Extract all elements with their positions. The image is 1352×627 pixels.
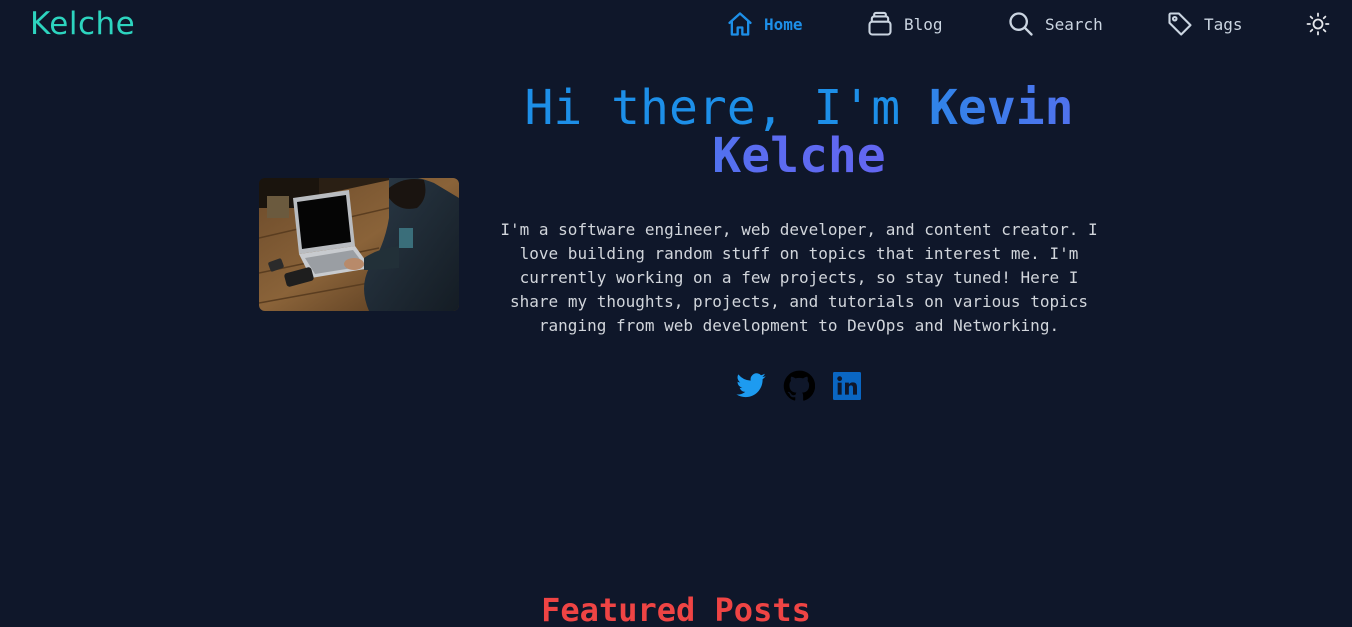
nav-search-label: Search xyxy=(1045,14,1103,34)
hero-image xyxy=(259,178,459,311)
nav-tags-label: Tags xyxy=(1204,14,1243,34)
blog-icon xyxy=(866,10,894,38)
nav-blog[interactable]: Blog xyxy=(866,8,943,40)
nav-home-label: Home xyxy=(764,14,803,34)
site-logo[interactable]: Kelche xyxy=(30,4,135,44)
hero-bio: I'm a software engineer, web developer, … xyxy=(500,220,1098,335)
nav-blog-label: Blog xyxy=(904,14,943,34)
github-icon xyxy=(783,370,816,406)
home-icon xyxy=(726,10,754,38)
theme-toggle-button[interactable] xyxy=(1306,12,1330,36)
linkedin-icon xyxy=(831,372,863,406)
search-icon xyxy=(1007,10,1035,38)
github-link[interactable] xyxy=(783,370,816,402)
nav-search[interactable]: Search xyxy=(1007,8,1103,40)
twitter-icon xyxy=(735,373,767,406)
twitter-link[interactable] xyxy=(735,370,767,402)
sun-icon xyxy=(1306,12,1330,40)
tag-icon xyxy=(1166,10,1194,38)
hero-title: Hi there, I'm Kevin Kelche xyxy=(500,84,1098,180)
nav-tags[interactable]: Tags xyxy=(1166,8,1243,40)
featured-posts-heading: Featured Posts xyxy=(541,591,811,627)
nav-home[interactable]: Home xyxy=(726,8,803,40)
laptop-photo xyxy=(259,178,459,311)
linkedin-link[interactable] xyxy=(831,370,863,402)
